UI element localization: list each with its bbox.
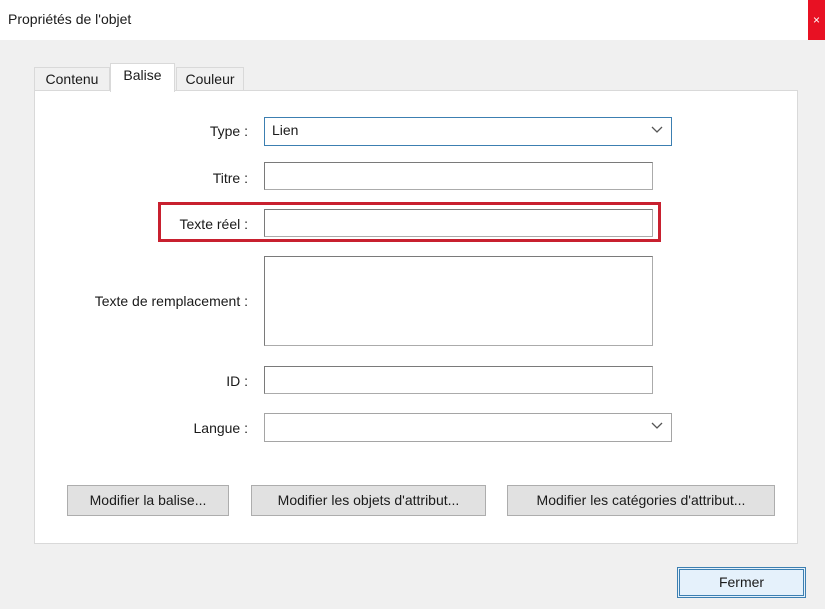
id-field[interactable] — [264, 366, 653, 394]
type-select[interactable]: Lien — [264, 117, 672, 146]
texte-reel-input[interactable] — [265, 210, 652, 236]
langue-select[interactable] — [264, 413, 672, 442]
modifier-balise-button[interactable]: Modifier la balise... — [67, 485, 229, 516]
titre-field[interactable] — [264, 162, 653, 190]
texte-reel-label: Texte réel : — [179, 216, 248, 232]
fermer-button[interactable]: Fermer — [677, 567, 806, 598]
chevron-down-icon — [651, 126, 663, 133]
tab-contenu[interactable]: Contenu — [34, 67, 110, 90]
close-icon[interactable]: × — [808, 0, 825, 40]
type-label: Type : — [209, 123, 248, 139]
texte-reel-field[interactable] — [264, 209, 653, 237]
texte-remplacement-field[interactable] — [264, 256, 653, 346]
type-select-value: Lien — [272, 122, 299, 138]
modifier-objets-attribut-button[interactable]: Modifier les objets d'attribut... — [251, 485, 486, 516]
id-input[interactable] — [265, 367, 652, 393]
texte-remplacement-textarea[interactable] — [265, 257, 652, 345]
langue-label: Langue : — [193, 420, 249, 436]
window-title: Propriétés de l'objet — [8, 11, 132, 27]
title-bar: Propriétés de l'objet × — [0, 0, 825, 40]
tab-balise[interactable]: Balise — [110, 63, 175, 92]
id-label: ID : — [226, 373, 248, 389]
titre-label: Titre : — [212, 170, 248, 186]
titre-input[interactable] — [265, 163, 652, 189]
chevron-down-icon — [651, 422, 663, 429]
texte-remplacement-label: Texte de remplacement : — [94, 293, 248, 309]
tab-couleur[interactable]: Couleur — [176, 67, 244, 90]
modifier-categories-attribut-button[interactable]: Modifier les catégories d'attribut... — [507, 485, 775, 516]
